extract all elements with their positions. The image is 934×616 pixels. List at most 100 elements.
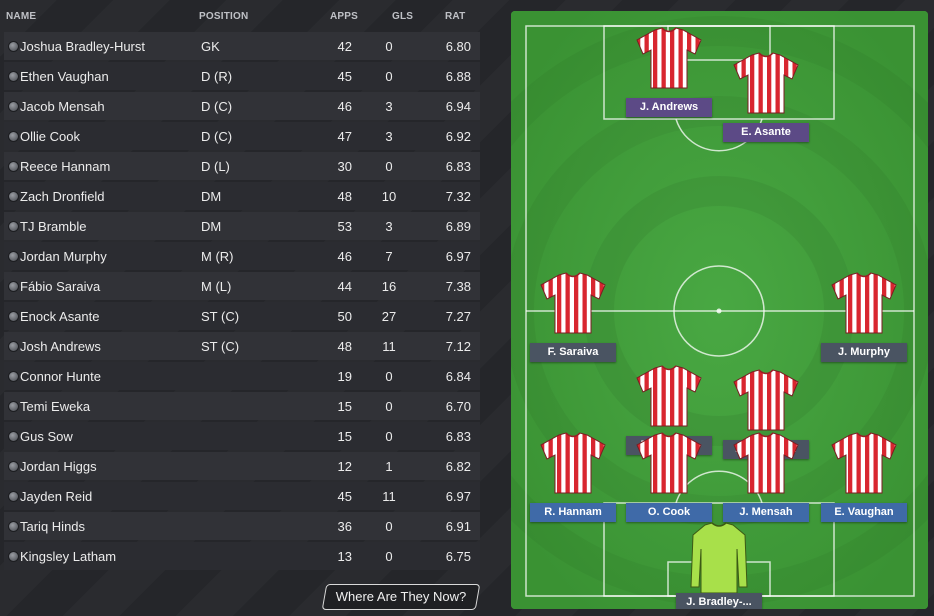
status-dot-icon[interactable] [8, 281, 19, 292]
pitch-player-label: O. Cook [626, 503, 712, 522]
status-dot-icon[interactable] [8, 41, 19, 52]
table-row[interactable]: Fábio Saraiva M (L) 44 16 7.38 [4, 271, 480, 301]
player-name[interactable]: Tariq Hinds [20, 519, 85, 534]
header-position[interactable]: POSITION [199, 11, 248, 22]
table-row[interactable]: Reece Hannam D (L) 30 0 6.83 [4, 151, 480, 181]
table-row[interactable]: Jayden Reid 45 11 6.97 [4, 481, 480, 511]
status-dot-icon[interactable] [8, 401, 19, 412]
pitch-player-label: J. Andrews [626, 98, 712, 117]
pitch-player[interactable]: E. Vaughan [821, 431, 907, 523]
player-rating: 6.94 [445, 99, 471, 114]
status-dot-icon[interactable] [8, 101, 19, 112]
table-row[interactable]: Jordan Murphy M (R) 46 7 6.97 [4, 241, 480, 271]
header-rating[interactable]: RAT [445, 11, 465, 22]
status-dot-icon[interactable] [8, 71, 19, 82]
status-dot-icon[interactable] [8, 521, 19, 532]
table-row[interactable]: Connor Hunte 19 0 6.84 [4, 361, 480, 391]
player-name[interactable]: Jayden Reid [20, 489, 92, 504]
pitch-player[interactable]: J. Andrews [626, 26, 712, 118]
squad-table: NAME POSITION APPS GLS RAT Joshua Bradle… [0, 0, 482, 570]
player-name[interactable]: Zach Dronfield [20, 189, 105, 204]
status-dot-icon[interactable] [8, 341, 19, 352]
pitch-player[interactable]: F. Saraiva [530, 271, 616, 363]
pitch-player-label: E. Asante [723, 123, 809, 142]
player-apps: 45 [337, 69, 352, 84]
player-name[interactable]: Enock Asante [20, 309, 100, 324]
player-name[interactable]: Jordan Murphy [20, 249, 107, 264]
status-dot-icon[interactable] [8, 311, 19, 322]
player-goals: 10 [381, 189, 397, 204]
player-name[interactable]: Gus Sow [20, 429, 73, 444]
player-apps: 42 [337, 39, 352, 54]
status-dot-icon[interactable] [8, 191, 19, 202]
header-apps[interactable]: APPS [330, 11, 358, 22]
player-name[interactable]: Joshua Bradley-Hurst [20, 39, 145, 54]
status-dot-icon[interactable] [8, 221, 19, 232]
player-name[interactable]: Fábio Saraiva [20, 279, 100, 294]
player-name[interactable]: Ollie Cook [20, 129, 80, 144]
pitch-player[interactable]: J. Mensah [723, 431, 809, 523]
player-apps: 30 [337, 159, 352, 174]
player-apps: 19 [337, 369, 352, 384]
status-dot-icon[interactable] [8, 371, 19, 382]
status-dot-icon[interactable] [8, 491, 19, 502]
pitch-player[interactable]: J. Murphy [821, 271, 907, 363]
player-name[interactable]: Josh Andrews [20, 339, 101, 354]
player-rating: 6.84 [445, 369, 471, 384]
table-row[interactable]: Gus Sow 15 0 6.83 [4, 421, 480, 451]
player-apps: 46 [337, 99, 352, 114]
player-name[interactable]: Ethen Vaughan [20, 69, 109, 84]
table-row[interactable]: Enock Asante ST (C) 50 27 7.27 [4, 301, 480, 331]
player-rating: 7.32 [445, 189, 471, 204]
player-apps: 48 [337, 339, 352, 354]
player-goals: 0 [385, 159, 393, 174]
status-dot-icon[interactable] [8, 431, 19, 442]
table-row[interactable]: Tariq Hinds 36 0 6.91 [4, 511, 480, 541]
pitch-player-label: R. Hannam [530, 503, 616, 522]
player-position: ST (C) [201, 339, 240, 354]
player-position: DM [201, 219, 222, 234]
player-goals: 0 [385, 549, 393, 564]
status-dot-icon[interactable] [8, 551, 19, 562]
table-row[interactable]: Ollie Cook D (C) 47 3 6.92 [4, 121, 480, 151]
status-dot-icon[interactable] [8, 131, 19, 142]
player-name[interactable]: Jacob Mensah [20, 99, 105, 114]
player-rating: 6.91 [445, 519, 471, 534]
player-rating: 6.89 [445, 219, 471, 234]
player-name[interactable]: Jordan Higgs [20, 459, 97, 474]
table-row[interactable]: Jacob Mensah D (C) 46 3 6.94 [4, 91, 480, 121]
player-rating: 6.97 [445, 249, 471, 264]
player-apps: 44 [337, 279, 352, 294]
player-rating: 6.92 [445, 129, 471, 144]
player-position: D (L) [201, 159, 230, 174]
header-goals[interactable]: GLS [392, 11, 413, 22]
table-row[interactable]: Jordan Higgs 12 1 6.82 [4, 451, 480, 481]
table-row[interactable]: Zach Dronfield DM 48 10 7.32 [4, 181, 480, 211]
player-goals: 0 [385, 39, 393, 54]
player-name[interactable]: Reece Hannam [20, 159, 110, 174]
pitch-player[interactable]: O. Cook [626, 431, 712, 523]
table-row[interactable]: Temi Eweka 15 0 6.70 [4, 391, 480, 421]
player-name[interactable]: Kingsley Latham [20, 549, 116, 564]
header-name[interactable]: NAME [6, 11, 36, 22]
player-name[interactable]: Connor Hunte [20, 369, 101, 384]
table-row[interactable]: Josh Andrews ST (C) 48 11 7.12 [4, 331, 480, 361]
pitch-player[interactable]: R. Hannam [530, 431, 616, 523]
player-apps: 15 [337, 429, 352, 444]
table-row[interactable]: Kingsley Latham 13 0 6.75 [4, 541, 480, 571]
table-row[interactable]: TJ Bramble DM 53 3 6.89 [4, 211, 480, 241]
player-name[interactable]: Temi Eweka [20, 399, 90, 414]
table-row[interactable]: Ethen Vaughan D (R) 45 0 6.88 [4, 61, 480, 91]
table-row[interactable]: Joshua Bradley-Hurst GK 42 0 6.80 [4, 31, 480, 61]
player-position: D (C) [201, 129, 233, 144]
pitch-player-label: E. Vaughan [821, 503, 907, 522]
pitch-player[interactable]: E. Asante [723, 51, 809, 143]
pitch-player-label: J. Mensah [723, 503, 809, 522]
player-name[interactable]: TJ Bramble [20, 219, 86, 234]
status-dot-icon[interactable] [8, 251, 19, 262]
player-goals: 11 [382, 339, 396, 354]
player-goals: 1 [385, 459, 393, 474]
status-dot-icon[interactable] [8, 161, 19, 172]
status-dot-icon[interactable] [8, 461, 19, 472]
pitch-player[interactable]: J. Bradley-... [676, 521, 762, 609]
